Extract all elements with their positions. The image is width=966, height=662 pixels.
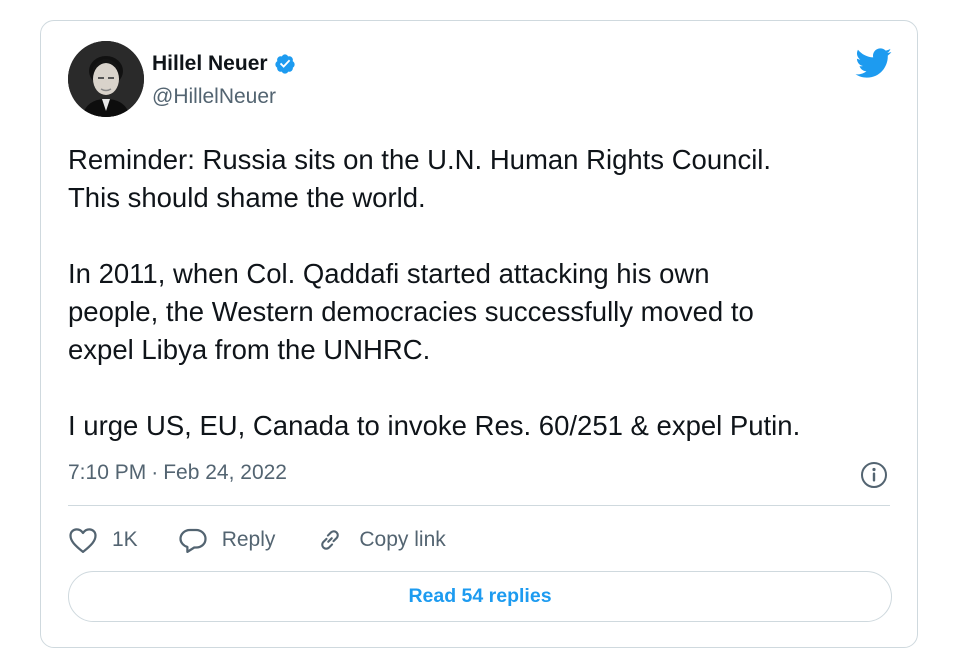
tweet-line: This should shame the world. — [68, 182, 426, 213]
tweet-date[interactable]: Feb 24, 2022 — [163, 461, 287, 485]
divider — [68, 505, 890, 506]
tweet-card: Hillel Neuer @HillelNeuer Reminder: Russ… — [40, 20, 918, 648]
avatar[interactable] — [68, 41, 144, 117]
read-replies-label[interactable]: Read 54 replies — [408, 585, 551, 608]
reply-button[interactable]: Reply — [178, 526, 276, 554]
reply-label[interactable]: Reply — [222, 528, 276, 552]
author-name[interactable]: Hillel Neuer — [152, 52, 268, 76]
author-name-row[interactable]: Hillel Neuer — [152, 52, 296, 76]
tweet-line: In 2011, when Col. Qaddafi started attac… — [68, 258, 710, 289]
reply-icon — [179, 528, 207, 553]
read-replies-button[interactable]: Read 54 replies — [68, 571, 892, 622]
copy-link-label[interactable]: Copy link — [359, 528, 445, 552]
tweet-line: Reminder: Russia sits on the U.N. Human … — [68, 144, 772, 175]
twitter-bird-icon[interactable] — [854, 47, 892, 79]
heart-icon — [69, 528, 97, 553]
info-icon[interactable] — [860, 461, 888, 489]
tweet-line: I urge US, EU, Canada to invoke Res. 60/… — [68, 410, 801, 441]
author-handle[interactable]: @HillelNeuer — [152, 85, 276, 109]
copy-link-button[interactable]: Copy link — [315, 526, 446, 554]
tweet-actions: 1K Reply Copy link — [68, 521, 486, 559]
tweet-line: expel Libya from the UNHRC. — [68, 334, 431, 365]
tweet-timestamp[interactable]: 7:10 PM · Feb 24, 2022 — [68, 461, 287, 485]
like-button[interactable]: 1K — [68, 526, 138, 554]
tweet-time[interactable]: 7:10 PM — [68, 461, 146, 485]
tweet-line: people, the Western democracies successf… — [68, 296, 754, 327]
tweet-text: Reminder: Russia sits on the U.N. Human … — [68, 141, 898, 445]
verified-badge-icon — [274, 53, 296, 75]
like-count[interactable]: 1K — [112, 528, 138, 552]
timestamp-separator: · — [151, 461, 159, 484]
link-icon — [321, 530, 340, 550]
